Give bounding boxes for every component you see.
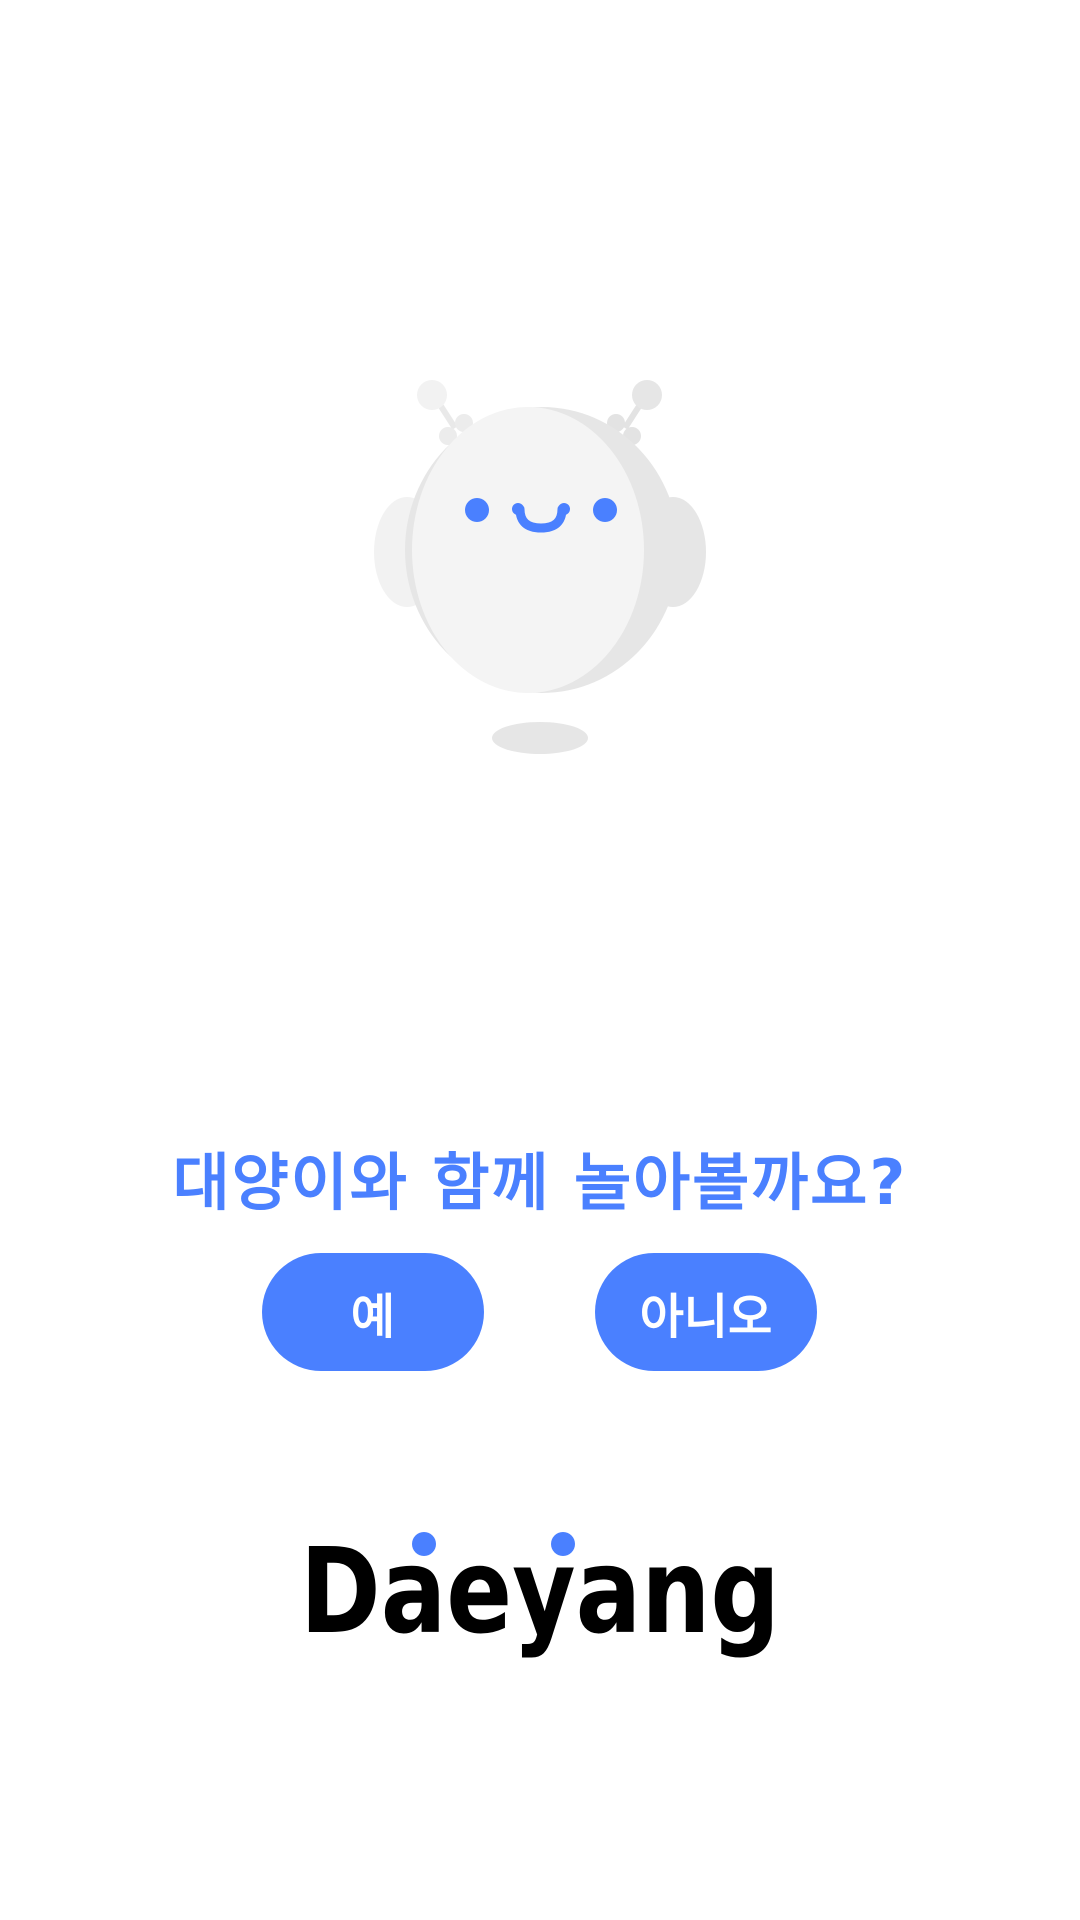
robot-mascot-icon bbox=[374, 380, 706, 754]
daeyang-logo: Daeyang bbox=[300, 1522, 780, 1660]
logo-dot-y-icon bbox=[551, 1532, 575, 1556]
yes-button[interactable]: 예 bbox=[262, 1253, 484, 1371]
play-question-text: 대양이와 함께 놀아볼까요? bbox=[172, 1146, 908, 1219]
logo-dot-a-icon bbox=[412, 1532, 436, 1556]
logo-wordmark: Daeyang bbox=[300, 1522, 780, 1660]
no-button[interactable]: 아니오 bbox=[595, 1253, 817, 1371]
